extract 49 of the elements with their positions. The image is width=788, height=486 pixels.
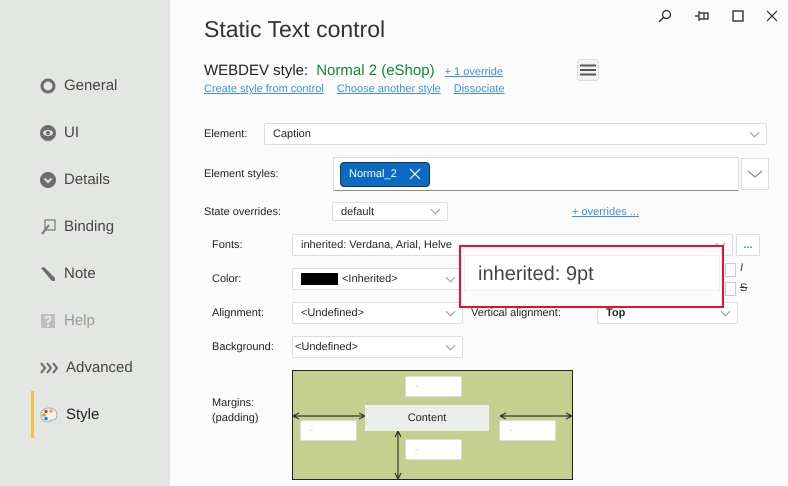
pin-icon[interactable] <box>694 9 710 23</box>
field-label: Element: <box>204 128 248 140</box>
pencil-icon <box>40 266 56 282</box>
field-label: State overrides: <box>204 206 282 218</box>
field-label: Background: <box>211 341 275 353</box>
italic-label: I <box>740 262 744 274</box>
state-dropdown[interactable]: default <box>332 202 448 221</box>
maximize-icon[interactable] <box>732 10 744 22</box>
ring-icon <box>40 78 56 94</box>
element-dropdown[interactable]: Caption <box>264 123 767 145</box>
style-tag[interactable]: Normal_2 <box>340 162 430 186</box>
style-label: WEBDEV style: <box>204 62 308 79</box>
chevron-down-icon <box>747 169 763 179</box>
size-field[interactable]: inherited: 9pt <box>464 255 720 291</box>
strikethrough-label: S <box>740 282 748 294</box>
sidebar-item[interactable]: UI <box>31 109 170 156</box>
remove-icon[interactable] <box>408 168 421 180</box>
close-icon[interactable] <box>766 10 778 22</box>
alignment-dropdown[interactable]: <Undefined> <box>292 302 463 324</box>
sidebar-item[interactable]: Details <box>31 156 170 203</box>
field-label: Color: <box>211 273 242 285</box>
dropdown-button[interactable] <box>741 158 769 190</box>
field-label: Margins: <box>212 396 256 411</box>
checkbox[interactable] <box>725 282 736 296</box>
eye-icon <box>40 124 56 140</box>
element-styles-field[interactable]: Normal_2 <box>333 157 739 191</box>
menu-icon <box>580 64 596 76</box>
sidebar-item[interactable]: Note <box>31 250 170 297</box>
sidebar-item[interactable]: Binding <box>31 203 170 250</box>
field-label: (padding) <box>212 411 260 426</box>
sidebar-item[interactable]: Advanced <box>31 344 170 391</box>
field-label: Element styles: <box>204 168 280 180</box>
chevrons-icon <box>40 362 58 374</box>
window-title: Static Text control <box>204 16 386 44</box>
help-icon <box>40 312 56 328</box>
background-dropdown[interactable]: <Undefined> <box>292 336 463 358</box>
checkbox[interactable] <box>725 263 736 277</box>
field-label: Fonts: <box>211 239 244 251</box>
style-name: Normal 2 (eShop) <box>316 62 435 79</box>
search-icon[interactable] <box>658 9 672 23</box>
palette-icon <box>40 406 58 422</box>
field-label: Alignment: <box>211 307 265 319</box>
chevron-down-icon <box>40 172 56 188</box>
field-label: Vertical alignment: <box>470 307 562 319</box>
double-arrow <box>394 430 402 479</box>
sidebar-item[interactable]: General <box>31 62 170 109</box>
menu-button[interactable] <box>577 59 599 81</box>
content-box: Content <box>365 405 489 431</box>
color-swatch <box>301 273 338 285</box>
